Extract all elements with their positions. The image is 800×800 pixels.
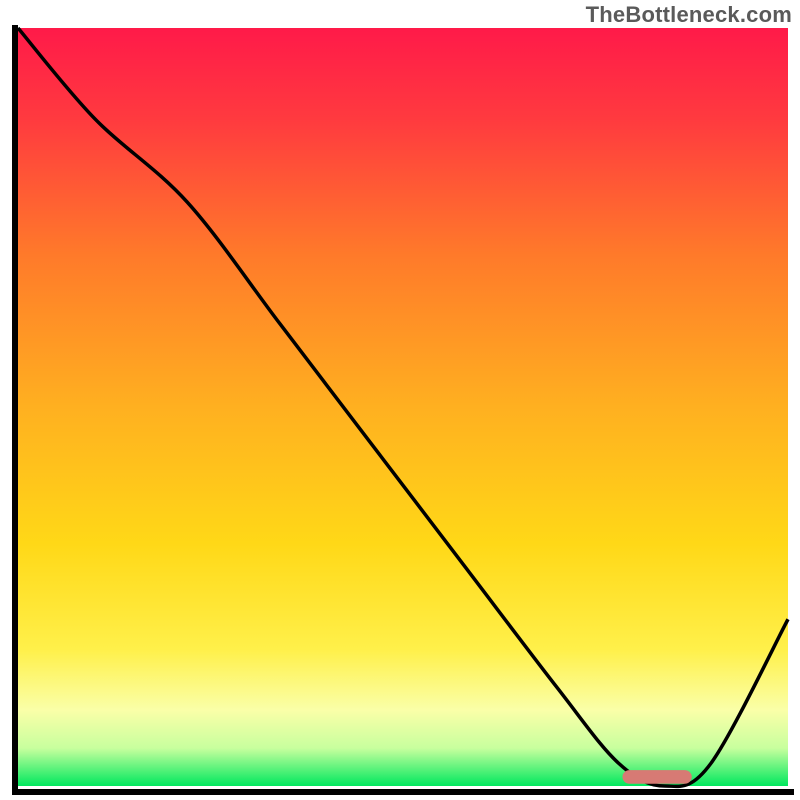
- watermark-text: TheBottleneck.com: [586, 2, 792, 28]
- chart-container: TheBottleneck.com: [0, 0, 800, 800]
- bottleneck-chart: [0, 0, 800, 800]
- plot-background: [18, 28, 788, 786]
- optimal-marker: [622, 770, 691, 784]
